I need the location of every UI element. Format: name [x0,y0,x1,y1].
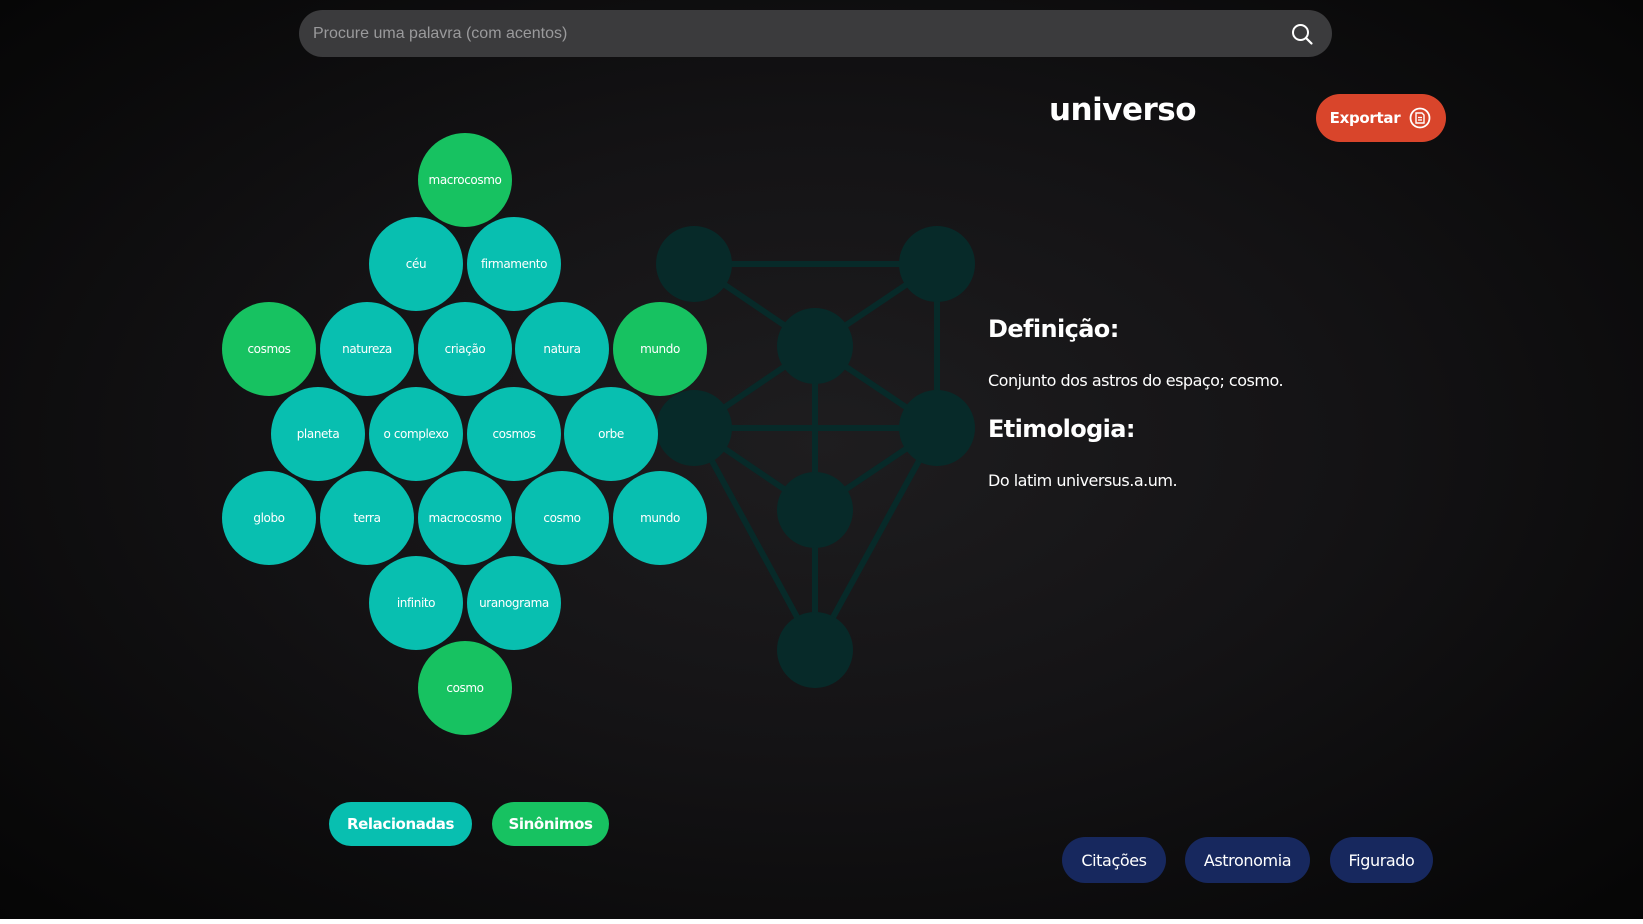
bottom-edge [0,919,1643,924]
word-bubble[interactable]: natura [515,302,609,396]
definition-text: Conjunto dos astros do espaço; cosmo. [988,371,1284,390]
definition-heading: Definição: [988,315,1119,343]
pdf-icon [1408,106,1432,130]
network-node [899,390,975,466]
network-node [656,226,732,302]
word-bubble-green[interactable]: cosmos [222,302,316,396]
word-bubble[interactable]: céu [369,217,463,311]
word-bubble[interactable]: criação [418,302,512,396]
word-bubble[interactable]: o complexo [369,387,463,481]
word-bubble[interactable]: mundo [613,471,707,565]
related-filter-button[interactable]: Relacionadas [329,802,472,846]
word-bubble[interactable]: globo [222,471,316,565]
search-input[interactable] [313,10,1263,57]
tag-figurative[interactable]: Figurado [1330,837,1433,883]
word-bubble-green[interactable]: macrocosmo [418,133,512,227]
word-bubble-green[interactable]: cosmo [418,641,512,735]
synonyms-filter-button[interactable]: Sinônimos [492,802,609,846]
network-node [899,226,975,302]
tag-astronomy[interactable]: Astronomia [1185,837,1310,883]
network-node [777,612,853,688]
word-bubble[interactable]: uranograma [467,556,561,650]
word-title: universo [1048,92,1197,128]
word-bubble[interactable]: firmamento [467,217,561,311]
word-bubble[interactable]: cosmos [467,387,561,481]
export-button-label: Exportar [1329,109,1401,127]
word-bubble[interactable]: terra [320,471,414,565]
etymology-heading: Etimologia: [988,415,1136,443]
export-button[interactable]: Exportar [1316,94,1446,142]
network-node [777,472,853,548]
tag-citations[interactable]: Citações [1062,837,1166,883]
word-bubble[interactable]: planeta [271,387,365,481]
word-bubble[interactable]: macrocosmo [418,471,512,565]
etymology-text: Do latim universus.a.um. [988,471,1178,490]
network-node [656,390,732,466]
word-bubble[interactable]: natureza [320,302,414,396]
search-bar [299,10,1332,57]
word-bubble[interactable]: infinito [369,556,463,650]
network-node [777,308,853,384]
search-icon[interactable] [1290,22,1314,46]
word-bubble-green[interactable]: mundo [613,302,707,396]
word-bubble[interactable]: orbe [564,387,658,481]
word-bubble[interactable]: cosmo [515,471,609,565]
